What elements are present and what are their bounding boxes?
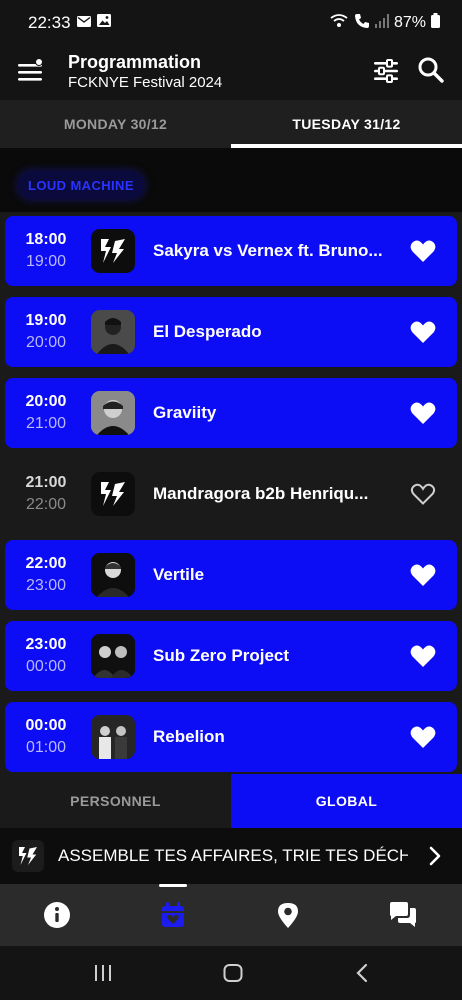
schedule-slot[interactable]: 19:00 20:00 El Desperado (5, 297, 457, 367)
tab-tuesday[interactable]: TUESDAY 31/12 (231, 100, 462, 148)
slot-start-time: 19:00 (25, 312, 67, 329)
bottom-navigation (0, 884, 462, 946)
artist-photo (91, 634, 135, 678)
schedule-slot[interactable]: 23:00 00:00 Sub Zero Project (5, 621, 457, 691)
recent-apps-icon[interactable] (91, 962, 115, 984)
slot-end-time: 20:00 (25, 334, 67, 351)
stage-chip[interactable]: LOUD MACHINE (18, 171, 144, 199)
slot-end-time: 21:00 (25, 415, 67, 432)
header-titles: Programmation FCKNYE Festival 2024 (68, 51, 222, 93)
slot-end-time: 23:00 (25, 577, 67, 594)
status-bar: 22:33 87% (0, 0, 462, 46)
slot-times: 19:00 20:00 (5, 310, 87, 354)
stage-header: LOUD MACHINE (0, 148, 462, 212)
location-pin-icon (278, 903, 298, 928)
calendar-icon (162, 902, 184, 927)
filter-icon (374, 59, 398, 83)
personal-button[interactable]: PERSONNEL (0, 774, 231, 828)
slot-start-time: 20:00 (25, 393, 67, 410)
schedule-slot[interactable]: 18:00 19:00 Sakyra vs Vernex ft. Bruno..… (5, 216, 457, 286)
artist-name: Sakyra vs Vernex ft. Bruno... (153, 241, 383, 260)
festival-logo-icon (91, 229, 135, 273)
slot-times: 20:00 21:00 (5, 391, 87, 435)
signal-icon (374, 13, 389, 33)
slot-start-time: 00:00 (25, 717, 67, 734)
artist-name: Graviity (153, 403, 217, 422)
slot-times: 21:00 22:00 (5, 472, 87, 516)
filter-button[interactable] (373, 58, 399, 84)
ticker-message: ASSEMBLE TES AFFAIRES, TRIE TES DÉCH (58, 846, 408, 865)
artist-name: Mandragora b2b Henriqu... (153, 484, 369, 503)
active-tab-indicator (159, 884, 187, 887)
slot-times: 23:00 00:00 (5, 634, 87, 678)
schedule-slot[interactable]: 22:00 23:00 Vertile (5, 540, 457, 610)
festival-logo-icon (91, 472, 135, 516)
slot-end-time: 00:00 (25, 658, 67, 675)
scope-toggle: PERSONNEL GLOBAL (0, 774, 462, 828)
favorite-heart-icon[interactable] (410, 725, 436, 749)
menu-button[interactable] (18, 58, 46, 86)
artist-photo (91, 310, 135, 354)
info-icon (44, 902, 70, 928)
slot-times: 18:00 19:00 (5, 229, 87, 273)
status-time: 22:33 (28, 13, 71, 32)
favorite-heart-icon[interactable] (410, 320, 436, 344)
artist-photo (91, 553, 135, 597)
schedule-slot[interactable]: 00:00 01:00 Rebelion (5, 702, 457, 772)
artist-name: Vertile (153, 565, 205, 584)
favorite-heart-icon[interactable] (410, 239, 436, 263)
nav-info[interactable] (42, 900, 72, 930)
slot-start-time: 21:00 (25, 474, 67, 491)
battery-percent: 87% (393, 14, 426, 31)
chat-icon (390, 902, 416, 927)
chevron-right-icon[interactable] (424, 844, 446, 868)
nav-chat[interactable] (388, 900, 418, 930)
nav-schedule[interactable] (158, 900, 188, 930)
home-icon[interactable] (221, 962, 245, 984)
battery-icon (431, 13, 440, 33)
day-tabs: MONDAY 30/12 TUESDAY 31/12 (0, 100, 462, 148)
wifi-call-icon (329, 13, 349, 34)
artist-photo (91, 391, 135, 435)
image-icon (96, 14, 111, 32)
favorite-heart-icon[interactable] (410, 644, 436, 668)
slot-start-time: 23:00 (25, 636, 67, 653)
schedule-list: 18:00 19:00 Sakyra vs Vernex ft. Bruno..… (0, 212, 462, 774)
slot-end-time: 19:00 (25, 253, 67, 270)
festival-subtitle: FCKNYE Festival 2024 (68, 74, 223, 91)
slot-start-time: 22:00 (25, 555, 67, 572)
global-button[interactable]: GLOBAL (231, 774, 462, 828)
news-ticker[interactable]: ASSEMBLE TES AFFAIRES, TRIE TES DÉCH (0, 828, 462, 884)
app-header: Programmation FCKNYE Festival 2024 (0, 46, 462, 100)
schedule-slot[interactable]: 20:00 21:00 Graviity (5, 378, 457, 448)
call-icon (354, 13, 370, 34)
slot-times: 22:00 23:00 (5, 553, 87, 597)
nav-map[interactable] (273, 900, 303, 930)
favorite-heart-icon[interactable] (410, 563, 436, 587)
tab-monday[interactable]: MONDAY 30/12 (0, 100, 231, 148)
search-button[interactable] (417, 56, 445, 84)
schedule-slot[interactable]: 21:00 22:00 Mandragora b2b Henriqu... (5, 459, 457, 529)
slot-end-time: 22:00 (25, 496, 67, 513)
favorite-heart-icon[interactable] (410, 401, 436, 425)
slot-end-time: 01:00 (25, 739, 67, 756)
page-title: Programmation (68, 52, 202, 72)
festival-logo-icon (12, 840, 44, 872)
back-icon[interactable] (351, 962, 375, 984)
slot-start-time: 18:00 (25, 231, 67, 248)
favorite-heart-outline-icon[interactable] (410, 482, 436, 506)
artist-name: Sub Zero Project (153, 646, 290, 665)
system-navigation (0, 946, 462, 1000)
hamburger-icon (18, 58, 43, 81)
artist-name: Rebelion (153, 727, 225, 746)
mail-icon (76, 14, 91, 32)
artist-photo (91, 715, 135, 759)
search-icon (418, 57, 444, 83)
artist-name: El Desperado (153, 322, 262, 341)
slot-times: 00:00 01:00 (5, 715, 87, 759)
